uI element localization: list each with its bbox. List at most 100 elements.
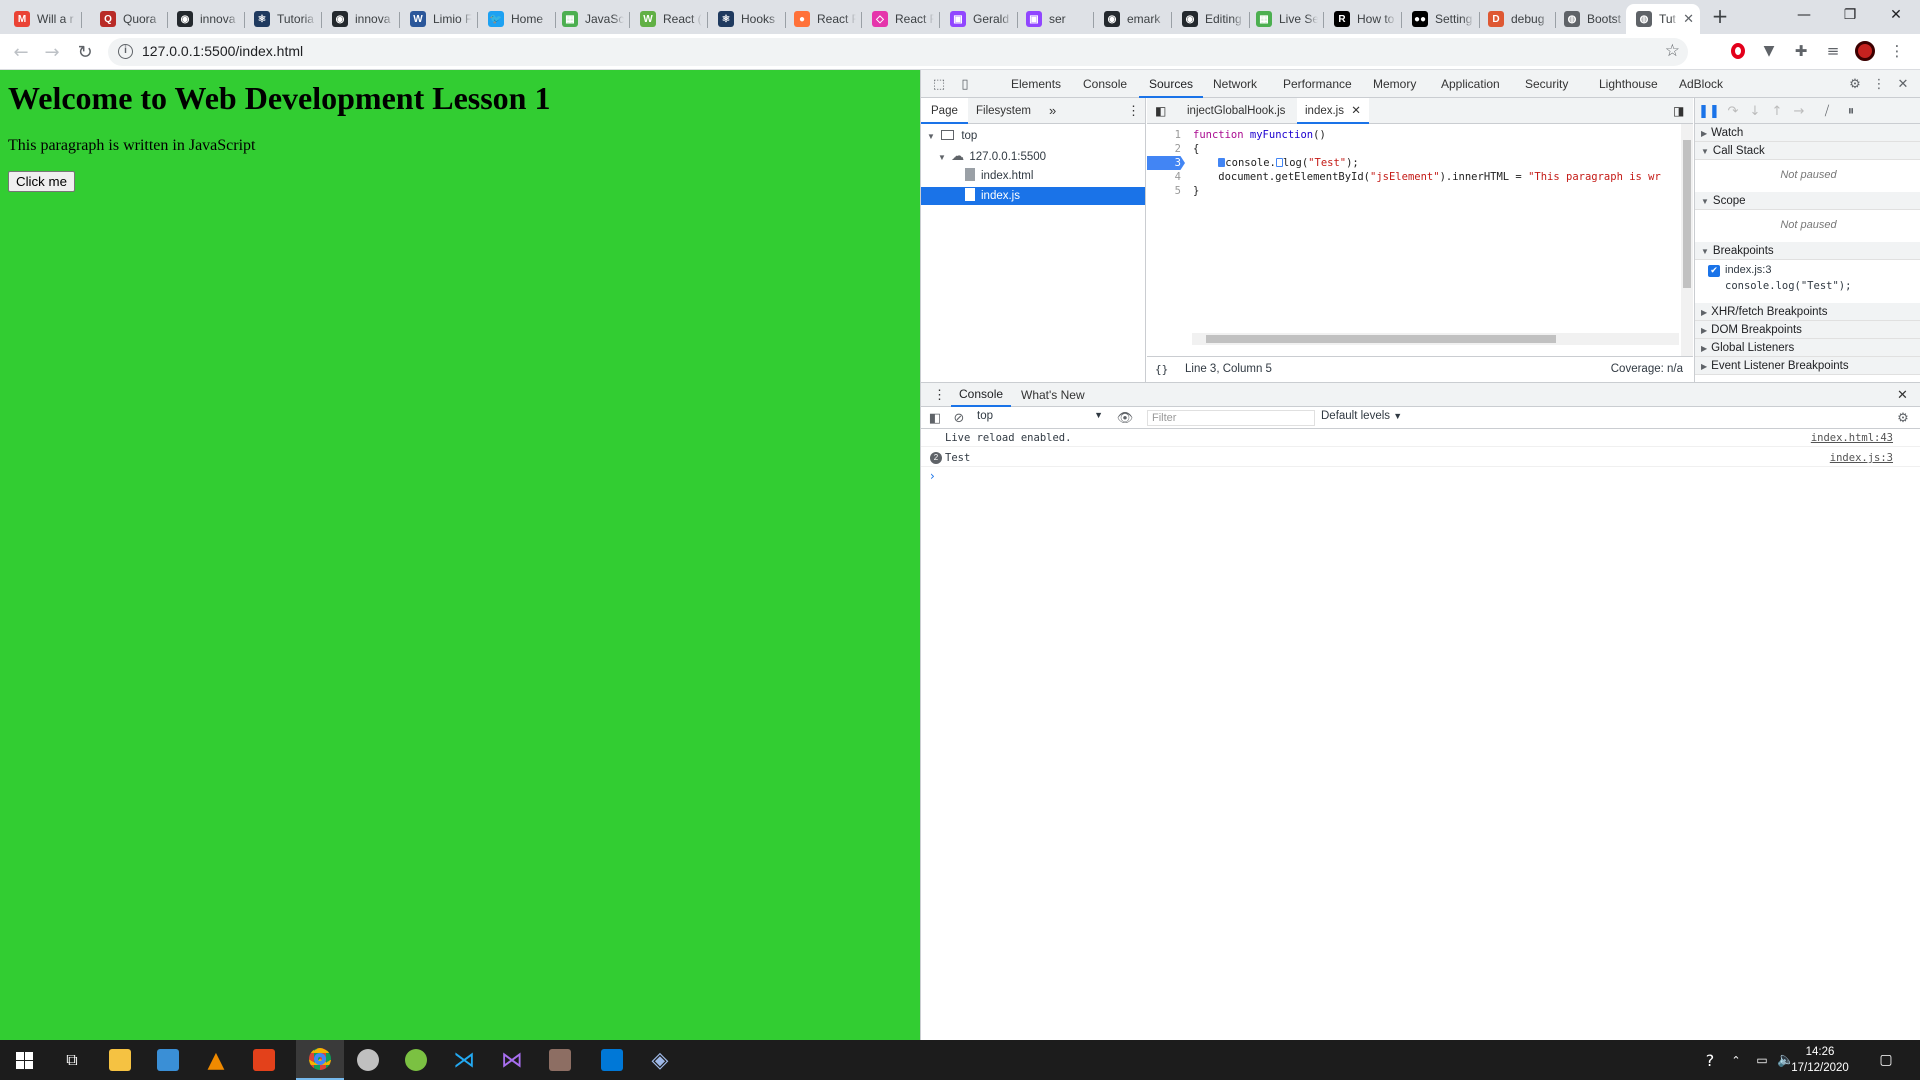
browser-tab[interactable]: ◉ innova — [322, 4, 400, 34]
deactivate-breakpoints-icon[interactable]: ⧸ — [1819, 103, 1835, 119]
step-icon[interactable]: → — [1791, 103, 1807, 119]
notifications-icon[interactable]: ▢ — [1862, 1040, 1910, 1080]
browser-tab[interactable]: 🐦 Home — [478, 4, 556, 34]
scope-section[interactable]: ▼ Scope — [1695, 192, 1920, 210]
browser-tab[interactable]: Ddebug — [1478, 4, 1556, 34]
vertical-scrollbar[interactable] — [1681, 124, 1693, 356]
extensions-puzzle-icon[interactable]: ✚ — [1791, 41, 1811, 61]
step-out-icon[interactable]: ↑ — [1769, 103, 1785, 119]
drawer-tab-console[interactable]: Console — [951, 383, 1012, 407]
windows-start-icon[interactable] — [0, 1040, 48, 1080]
call-stack-section[interactable]: ▼ Call Stack — [1695, 142, 1920, 160]
console-filter-input[interactable]: Filter — [1147, 410, 1315, 426]
inspect-element-icon[interactable]: ⬚ — [931, 76, 947, 92]
system-clock[interactable]: 14:26 17/12/2020 — [1790, 1044, 1850, 1076]
site-info-icon[interactable]: i — [118, 44, 133, 59]
visual-studio-icon[interactable]: ⋈ — [488, 1040, 536, 1080]
tree-item-index-js[interactable]: index.js — [921, 187, 1145, 205]
devtools-close-icon[interactable]: ✕ — [1895, 76, 1911, 92]
step-into-icon[interactable]: ↓ — [1747, 103, 1763, 119]
reload-button[interactable]: ↻ — [73, 40, 97, 64]
close-drawer-icon[interactable]: ✕ — [1897, 383, 1908, 407]
console-prompt-icon[interactable]: › — [930, 469, 935, 483]
close-window-button[interactable]: ✕ — [1873, 0, 1919, 30]
browser-tab[interactable]: ⚛ Tutoria — [244, 4, 322, 34]
devtools-tab-application[interactable]: Application — [1431, 70, 1510, 98]
console-message-source[interactable]: index.html:43 — [1811, 429, 1893, 447]
devtools-settings-icon[interactable]: ⚙ — [1847, 76, 1863, 92]
tree-item-index-html[interactable]: index.html — [921, 167, 1145, 185]
horizontal-scrollbar[interactable] — [1192, 333, 1679, 345]
browser-tab[interactable]: ⚛ Hooks — [708, 4, 786, 34]
devtools-menu-icon[interactable]: ⋮ — [1871, 76, 1887, 92]
browser-tab[interactable]: ▦ Live Se — [1246, 4, 1324, 34]
browser-tab[interactable]: ●● Setting — [1402, 4, 1480, 34]
devtools-tab-elements[interactable]: Elements — [1001, 70, 1071, 98]
watch-section[interactable]: ▶ Watch — [1695, 124, 1920, 142]
code-area[interactable]: 1 function myFunction() 2{3 console. log("T… — [1147, 124, 1693, 330]
browser-tab[interactable]: ▣ ser — [1016, 4, 1094, 34]
devtools-tab-network[interactable]: Network — [1203, 70, 1267, 98]
toggle-navigator-icon[interactable]: ◧ — [1155, 98, 1166, 124]
devtools-tab-memory[interactable]: Memory — [1363, 70, 1426, 98]
line-number[interactable]: 5 — [1147, 184, 1185, 198]
context-selector[interactable]: top ▼ — [977, 410, 1105, 426]
step-over-icon[interactable]: ↷ — [1725, 103, 1741, 119]
browser-tab[interactable]: W React ( — [630, 4, 708, 34]
maps-icon[interactable] — [392, 1040, 440, 1080]
profile-avatar[interactable] — [1855, 41, 1875, 61]
console-message-source[interactable]: index.js:3 — [1830, 449, 1893, 467]
toggle-debugger-icon[interactable]: ◨ — [1673, 98, 1684, 124]
tree-item-top[interactable]: ▼ top — [921, 127, 1145, 145]
log-levels-dropdown[interactable]: Default levels ▼ — [1321, 410, 1402, 422]
bookmark-star-icon[interactable]: ☆ — [1665, 41, 1680, 61]
event-listener-breakpoints-section[interactable]: ▶ Event Listener Breakpoints — [1695, 357, 1920, 375]
browser-tab[interactable]: W Limio F — [400, 4, 478, 34]
browser-tab[interactable]: ▣ Gerald — [940, 4, 1018, 34]
devtools-tab-sources[interactable]: Sources — [1139, 70, 1204, 98]
navigator-tab-page[interactable]: Page — [921, 98, 968, 124]
minimize-button[interactable]: — — [1781, 0, 1827, 30]
close-tab-icon[interactable]: ✕ — [1351, 105, 1361, 117]
console-settings-icon[interactable]: ⚙ — [1895, 410, 1911, 426]
breakpoint-item[interactable]: ✔ index.js:3 console.log("Test"); — [1695, 262, 1920, 300]
restore-button[interactable]: ❐ — [1827, 0, 1873, 30]
browser-tab[interactable]: ● React F — [784, 4, 862, 34]
chrome-menu-icon[interactable]: ⋮ — [1887, 41, 1907, 61]
browser-tab[interactable]: ◍ Tut ✕ — [1626, 4, 1700, 34]
pause-on-exceptions-icon[interactable]: ⏸ — [1843, 103, 1859, 119]
media-app-icon[interactable] — [536, 1040, 584, 1080]
browser-tab[interactable]: Q Quora — [90, 4, 168, 34]
back-button[interactable]: ← — [9, 40, 33, 64]
browser-tab[interactable]: R How to — [1324, 4, 1402, 34]
vue-extension-icon[interactable]: ▼ — [1759, 41, 1779, 61]
breakpoint-checkbox[interactable]: ✔ — [1708, 265, 1720, 277]
console-sidebar-icon[interactable]: ◧ — [927, 410, 943, 426]
pretty-print-icon[interactable]: {} — [1155, 357, 1168, 382]
task-view-icon[interactable]: ⧉ — [48, 1040, 96, 1080]
browser-tab[interactable]: ◉ innova — [167, 4, 245, 34]
vlc-icon[interactable]: ▲ — [192, 1040, 240, 1080]
devtools-tab-console[interactable]: Console — [1073, 70, 1137, 98]
line-number[interactable]: 4 — [1147, 170, 1185, 184]
breakpoints-section[interactable]: ▼ Breakpoints — [1695, 242, 1920, 260]
click-me-button[interactable]: Click me — [8, 171, 75, 192]
breakpoint-line-number[interactable]: 3 — [1147, 156, 1185, 170]
devtools-tab-security[interactable]: Security — [1515, 70, 1578, 98]
dom-breakpoints-section[interactable]: ▶ DOM Breakpoints — [1695, 321, 1920, 339]
new-tab-button[interactable]: + — [1709, 6, 1731, 28]
xhr-breakpoints-section[interactable]: ▶ XHR/fetch Breakpoints — [1695, 303, 1920, 321]
browser-tab[interactable]: ◉ Editing — [1172, 4, 1250, 34]
live-expression-eye-icon[interactable]: 👁 — [1117, 410, 1134, 426]
drawer-tab-whats-new[interactable]: What's New — [1021, 383, 1085, 407]
navigator-menu-icon[interactable]: ⋮ — [1127, 98, 1140, 124]
clear-console-icon[interactable]: ⊘ — [951, 410, 967, 426]
line-number[interactable]: 2 — [1147, 142, 1185, 156]
office-icon[interactable] — [240, 1040, 288, 1080]
browser-tab[interactable]: ◉ emark — [1094, 4, 1172, 34]
device-toolbar-icon[interactable]: ▯ — [957, 76, 973, 92]
more-tabs-icon[interactable]: » — [1049, 98, 1056, 124]
dev-tool-icon[interactable]: ◈ — [636, 1040, 684, 1080]
chrome-icon[interactable] — [296, 1040, 344, 1080]
navigator-tab-filesystem[interactable]: Filesystem — [976, 98, 1031, 124]
